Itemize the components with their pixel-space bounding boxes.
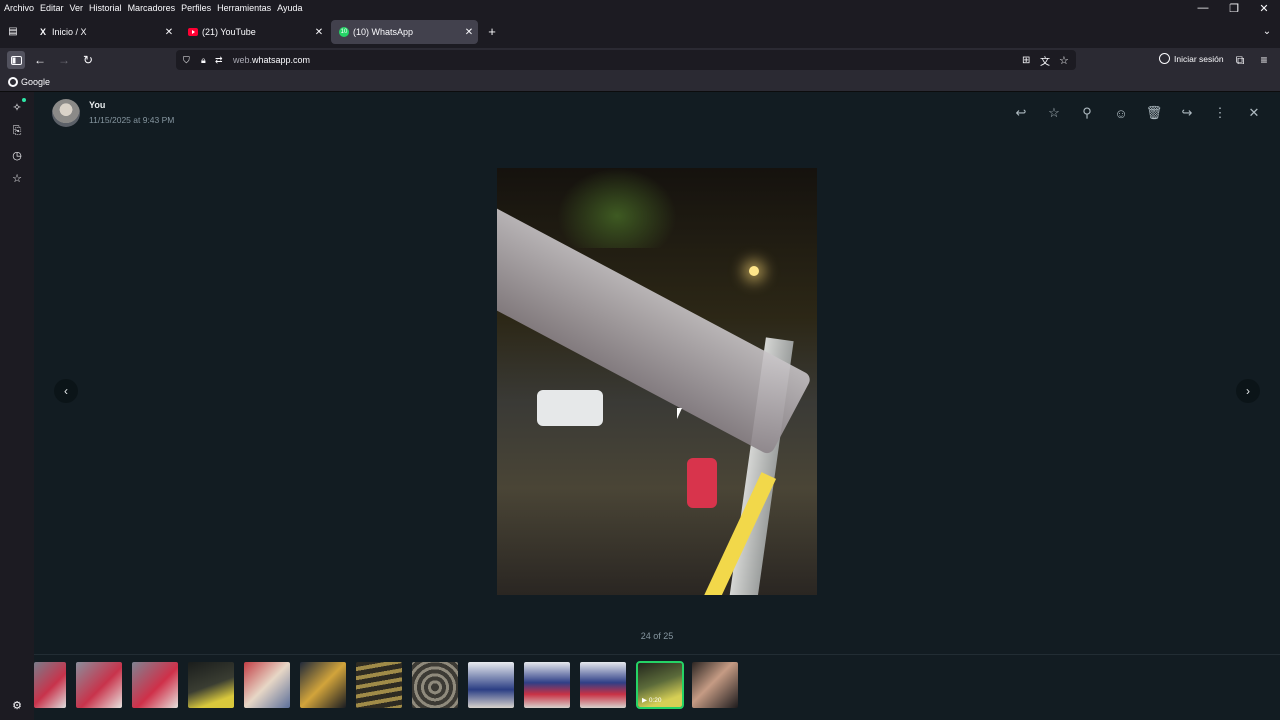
extensions-icon[interactable]: ⧉ — [1231, 51, 1249, 69]
history-icon[interactable]: ◷ — [10, 148, 24, 162]
tab-whatsapp[interactable]: 10 (10) WhatsApp ✕ — [331, 20, 478, 44]
bookmark-google[interactable]: Google — [8, 76, 51, 87]
duration-value: 0:20 — [648, 697, 662, 704]
thumbnail[interactable] — [412, 662, 458, 708]
next-media-button[interactable]: › — [1236, 379, 1260, 403]
viewer-header: You 11/15/2025 at 9:43 PM ↩ ☆ ⚲ ☺ 🗑︎ ↪ ⋮… — [34, 92, 1280, 136]
permissions-icon[interactable]: ⇄ — [215, 55, 229, 66]
close-icon[interactable]: ✕ — [310, 27, 328, 38]
menu-archivo[interactable]: Archivo — [0, 1, 37, 15]
hamburger-menu-icon[interactable]: ≡ — [1255, 51, 1273, 69]
browser-sidebar: ✧ ⎘ ◷ ☆ — [0, 92, 34, 720]
thumbnail[interactable] — [468, 662, 514, 708]
thumbnail[interactable] — [76, 662, 122, 708]
star-icon[interactable]: ☆ — [1045, 104, 1063, 122]
menu-bar: Archivo Editar Ver Historial Marcadores … — [0, 0, 1280, 16]
translate-icon[interactable]: 文 — [1040, 53, 1050, 68]
thumbnail[interactable] — [692, 662, 738, 708]
menu-editar[interactable]: Editar — [37, 1, 67, 15]
account-icon — [1159, 53, 1170, 64]
tab-title: (21) YouTube — [202, 27, 256, 37]
more-options-icon[interactable]: ⋮ — [1211, 104, 1229, 122]
thumbnail-strip: ▶︎ 0:20 — [34, 661, 1280, 709]
close-icon[interactable]: ✕ — [160, 27, 178, 38]
media-car — [537, 390, 603, 426]
menu-historial[interactable]: Historial — [86, 1, 125, 15]
tab-title: (10) WhatsApp — [353, 27, 414, 37]
tab-strip: ▤ X Inicio / X ✕ (21) YouTube ✕ 10 (10) … — [0, 16, 1280, 48]
menu-herramientas[interactable]: Herramientas — [214, 1, 274, 15]
minimize-button[interactable]: — — [1188, 0, 1218, 16]
mouse-cursor — [677, 408, 682, 419]
video-frame[interactable] — [497, 168, 817, 595]
message-timestamp: 11/15/2025 at 9:43 PM — [89, 115, 175, 125]
account-label: Iniciar sesión — [1174, 53, 1224, 64]
notification-dot — [22, 98, 26, 102]
account-button[interactable]: Iniciar sesión — [1159, 53, 1224, 64]
menu-marcadores[interactable]: Marcadores — [125, 1, 179, 15]
forward-message-icon[interactable]: ↪ — [1178, 104, 1196, 122]
shield-icon[interactable]: ⛉ — [183, 55, 195, 66]
chevron-down-icon[interactable]: ⌄ — [1260, 24, 1274, 38]
close-icon[interactable]: ✕ — [460, 27, 478, 38]
lock-icon[interactable]: 🔒︎ — [201, 55, 211, 66]
thumbnail[interactable] — [244, 662, 290, 708]
bookmark-label: Google — [21, 76, 51, 87]
tab-list-icon[interactable]: ▤ — [6, 24, 20, 38]
emoji-icon[interactable]: ☺ — [1112, 104, 1130, 122]
back-icon[interactable]: ← — [31, 51, 49, 69]
media-viewer: You 11/15/2025 at 9:43 PM ↩ ☆ ⚲ ☺ 🗑︎ ↪ ⋮… — [34, 92, 1280, 720]
menu-ver[interactable]: Ver — [67, 1, 87, 15]
previous-media-button[interactable]: ‹ — [54, 379, 78, 403]
bookmark-star-icon[interactable]: ☆ — [1059, 54, 1069, 67]
thumbnail[interactable] — [300, 662, 346, 708]
whatsapp-icon: 10 — [339, 27, 349, 37]
thumbnail[interactable] — [132, 662, 178, 708]
restore-button[interactable]: ❐ — [1219, 0, 1249, 16]
ai-sparkle-icon[interactable]: ✧ — [10, 100, 24, 114]
reader-view-icon[interactable]: ⊞ — [1022, 55, 1030, 66]
media-street-light — [749, 266, 759, 276]
reply-icon[interactable]: ↩ — [1012, 104, 1030, 122]
youtube-icon — [188, 27, 198, 37]
sender-name: You — [89, 100, 106, 110]
url-host: whatsapp.com — [252, 55, 311, 65]
menu-ayuda[interactable]: Ayuda — [274, 1, 305, 15]
reload-icon[interactable]: ↻ — [79, 51, 97, 69]
divider — [34, 654, 1280, 655]
url-prefix: web. — [233, 55, 253, 65]
forward-icon[interactable]: → — [55, 51, 73, 69]
menu-perfiles[interactable]: Perfiles — [178, 1, 214, 15]
new-tab-button[interactable]: + — [485, 24, 499, 39]
media-trees — [557, 168, 677, 248]
thumbnail[interactable] — [188, 662, 234, 708]
tab-x[interactable]: X Inicio / X ✕ — [30, 20, 178, 44]
media-counter: 24 of 25 — [640, 631, 674, 641]
thumbnail[interactable] — [580, 662, 626, 708]
thumbnail[interactable] — [34, 662, 66, 708]
sidebar-toggle-icon[interactable] — [7, 51, 25, 69]
video-duration: ▶︎ 0:20 — [642, 697, 662, 704]
tab-youtube[interactable]: (21) YouTube ✕ — [180, 20, 328, 44]
navigation-bar: ← → ↻ ⛉ 🔒︎ ⇄ web. whatsapp.com ⊞ 文 ☆ Inic… — [0, 48, 1280, 72]
media-rider — [687, 458, 717, 508]
bookmarks-bar: Google — [0, 72, 1280, 92]
google-icon — [8, 76, 18, 87]
thumbnail[interactable] — [524, 662, 570, 708]
pin-icon[interactable]: ⚲ — [1078, 104, 1096, 122]
gear-icon[interactable]: ⚙ — [10, 698, 24, 712]
tab-title: Inicio / X — [52, 27, 87, 37]
synced-tabs-icon[interactable]: ⎘ — [10, 124, 24, 138]
whatsapp-badge: 10 — [339, 27, 349, 37]
thumbnail-active[interactable]: ▶︎ 0:20 — [636, 661, 684, 709]
thumbnail[interactable] — [356, 662, 402, 708]
x-logo-icon: X — [39, 27, 46, 37]
close-icon[interactable]: ✕ — [1245, 104, 1263, 122]
close-window-button[interactable]: ✕ — [1249, 0, 1279, 16]
bookmarks-icon[interactable]: ☆ — [10, 171, 24, 185]
avatar[interactable] — [52, 99, 80, 127]
url-bar[interactable]: ⛉ 🔒︎ ⇄ web. whatsapp.com ⊞ 文 ☆ — [176, 50, 1076, 70]
trash-icon[interactable]: 🗑︎ — [1145, 104, 1163, 122]
